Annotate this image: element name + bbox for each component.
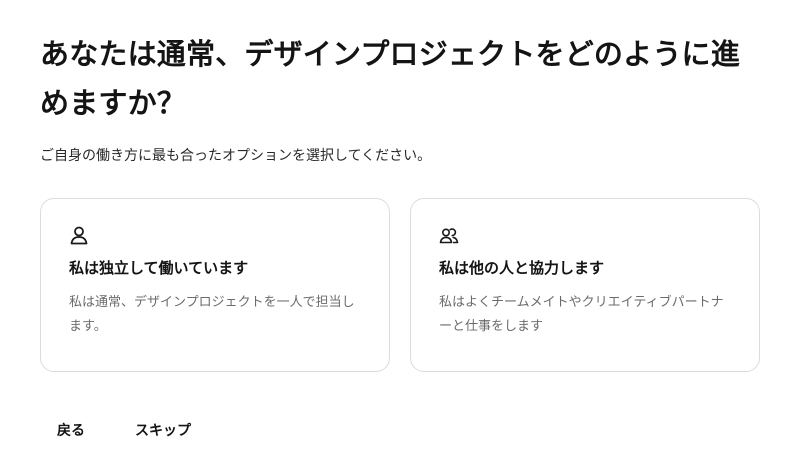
page-title: あなたは通常、デザインプロジェクトをどのように進めますか？ <box>40 37 740 120</box>
people-icon <box>439 228 459 244</box>
option-description: 私はよくチームメイトやクリエイティブパートナーと仕事をします <box>439 295 724 334</box>
page-subtitle: ご自身の働き方に最も合ったオプションを選択してください。 <box>40 148 432 164</box>
onboarding-page: あなたは通常、デザインプロジェクトをどのように進めますか？ ご自身の働き方に最も… <box>0 0 800 474</box>
option-card-independent[interactable]: 私は独立して働いています 私は通常、デザインプロジェクトを一人で担当します。 <box>40 198 390 372</box>
back-button[interactable]: 戻る <box>57 418 85 442</box>
option-cards: 私は独立して働いています 私は通常、デザインプロジェクトを一人で担当します。 私… <box>40 198 760 372</box>
option-card-collaborate[interactable]: 私は他の人と協力します 私はよくチームメイトやクリエイティブパートナーと仕事をし… <box>410 198 760 372</box>
person-icon <box>70 226 88 245</box>
footer-actions: 戻る スキップ <box>57 418 191 442</box>
option-title: 私は他の人と協力します <box>439 259 605 277</box>
option-description: 私は通常、デザインプロジェクトを一人で担当します。 <box>69 295 355 334</box>
option-title: 私は独立して働いています <box>69 259 249 277</box>
skip-button[interactable]: スキップ <box>135 418 191 442</box>
